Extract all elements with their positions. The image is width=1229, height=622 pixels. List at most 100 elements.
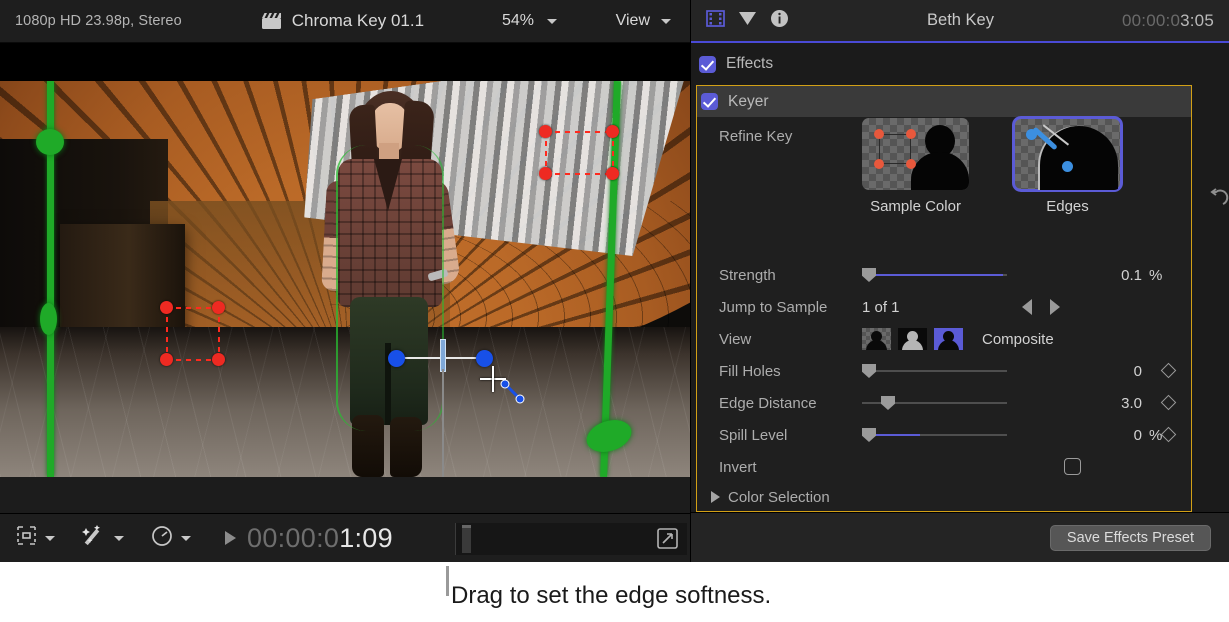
sample-color-thumbnail[interactable]: Sample Color [862,118,969,215]
view-menu-button[interactable]: View [616,12,671,30]
view-label: View [719,331,751,348]
sample-handle[interactable] [160,301,173,314]
save-effects-preset-button[interactable]: Save Effects Preset [1050,525,1211,551]
param-row-invert: Invert [697,451,1193,483]
fill-holes-value[interactable]: 0 [1027,363,1142,380]
sample-handle[interactable] [539,125,552,138]
transform-crop-button[interactable] [16,526,55,550]
enhancements-button[interactable] [82,525,124,551]
viewer-timecode-prefix: 00:00:0 [247,523,339,553]
fullscreen-expand-icon[interactable] [657,528,678,554]
chevron-down-icon [547,19,557,24]
sample-handle[interactable] [539,167,552,180]
strength-slider[interactable] [862,268,1007,282]
zoom-level-label: 54% [502,12,534,30]
invert-label: Invert [719,459,757,476]
video-canvas[interactable] [0,43,690,477]
color-sample-rectangle[interactable] [545,131,612,173]
clip-info-label: 1080p HD 23.98p, Stereo [15,13,182,29]
clapperboard-icon [261,12,282,30]
view-mode-label: Composite [982,331,1054,348]
arrow-right-icon[interactable] [1050,299,1060,315]
arrow-left-icon[interactable] [1022,299,1032,315]
reset-arrow-icon[interactable] [1209,188,1229,213]
inspector-timecode-prefix: 00:00:0 [1122,11,1180,30]
sample-handle[interactable] [212,353,225,366]
color-selection-label: Color Selection [728,489,830,506]
green-spill-artifact [36,129,64,155]
keyed-subject [316,85,461,477]
edge-distance-value[interactable]: 3.0 [1027,395,1142,412]
app-root: 1080p HD 23.98p, Stereo Chroma Key 01.1 … [0,0,1229,622]
viewer-bottom-toolbar: 00:00:01:09 [0,513,690,562]
zoom-level-control[interactable]: 54% [502,12,557,30]
play-icon[interactable] [225,531,236,545]
viewer-timecode[interactable]: 00:00:01:09 [247,523,393,554]
inspector-bottom-bar: Save Effects Preset [691,512,1229,562]
transform-crop-icon [16,526,37,550]
param-row-jump-to-sample: Jump to Sample 1 of 1 [697,291,1193,323]
keyer-header: Keyer [697,86,1191,117]
keyer-label: Keyer [728,93,769,111]
chevron-down-icon [181,536,191,541]
refine-key-label: Refine Key [719,128,792,145]
inspector-pane: Beth Key 00:00:03:05 Effects Keyer Refin… [690,0,1229,562]
edge-handle-right[interactable] [476,350,493,367]
magic-wand-icon [82,525,106,551]
jump-to-sample-value: 1 of 1 [862,299,900,316]
disclosure-triangle-right-icon[interactable] [711,491,720,503]
caption-text: Drag to set the edge softness. [451,582,771,610]
spill-level-value[interactable]: 0 [1027,427,1142,444]
speed-gauge-icon [151,525,173,552]
keyframe-diamond-icon[interactable] [1161,363,1177,379]
keyframe-diamond-icon[interactable] [1161,427,1177,443]
edge-tool-icon [500,379,526,405]
chevron-down-icon [114,536,124,541]
edges-thumbnail[interactable]: Edges [1014,118,1121,215]
refine-key-thumbnails: Sample Color Edges [862,118,1121,215]
color-selection-row[interactable]: Color Selection [697,482,1193,512]
view-btn-alpha[interactable] [862,328,891,350]
scrubber-playhead[interactable] [462,525,471,553]
viewer-scrubber[interactable] [455,523,687,555]
param-row-fill-holes: Fill Holes 0 [697,355,1193,387]
inspector-timecode[interactable]: 00:00:03:05 [1122,11,1214,31]
callout-guide-line [442,369,444,477]
edges-caption: Edges [1014,198,1121,215]
color-sample-rectangle[interactable] [166,307,218,359]
edge-distance-slider[interactable] [862,396,1007,410]
green-spill-artifact [40,303,57,335]
invert-checkbox[interactable] [1064,458,1081,475]
viewer-pane: 1080p HD 23.98p, Stereo Chroma Key 01.1 … [0,0,690,562]
sample-handle[interactable] [160,353,173,366]
fill-holes-slider[interactable] [862,364,1007,378]
fill-holes-label: Fill Holes [719,363,781,380]
sample-handle[interactable] [606,125,619,138]
edge-handle-left[interactable] [388,350,405,367]
strength-label: Strength [719,267,776,284]
video-frame [0,81,690,477]
strength-unit: % [1149,267,1162,284]
param-row-view: View Composite [697,323,1193,355]
effects-checkbox[interactable] [699,56,716,73]
view-btn-composite[interactable] [934,328,963,350]
callout-line [446,566,449,596]
inspector-toolbar: Beth Key 00:00:03:05 [691,0,1229,43]
param-row-edge-distance: Edge Distance 3.0 [697,387,1193,419]
chevron-down-icon [45,536,55,541]
keyer-checkbox[interactable] [701,93,718,110]
sample-handle[interactable] [212,301,225,314]
strength-value[interactable]: 0.1 [1027,267,1142,284]
param-row-spill-level: Spill Level 0 % [697,419,1193,451]
view-btn-matte[interactable] [898,328,927,350]
retime-button[interactable] [151,525,191,552]
jump-to-sample-label: Jump to Sample [719,299,827,316]
keyframe-diamond-icon[interactable] [1161,395,1177,411]
edge-distance-label: Edge Distance [719,395,817,412]
sample-color-caption: Sample Color [862,198,969,215]
view-menu-label: View [616,12,650,30]
edge-softness-drag-bar[interactable] [440,339,446,372]
spill-level-slider[interactable] [862,428,1007,442]
sample-handle[interactable] [606,167,619,180]
viewer-timecode-current: 1:09 [339,523,393,553]
